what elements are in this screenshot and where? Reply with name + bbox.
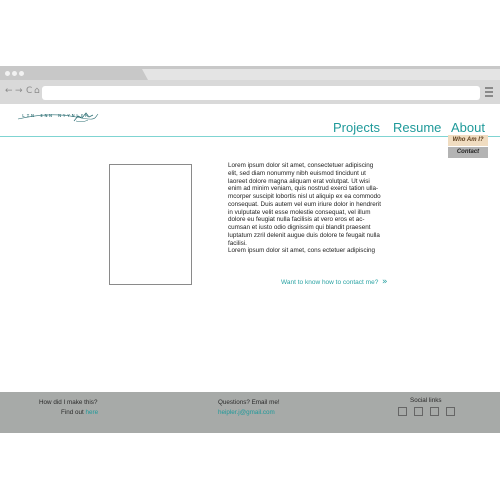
window-dot[interactable] [12,71,17,76]
social-icon[interactable] [398,407,407,416]
reload-icon[interactable]: C [26,84,32,98]
header-divider [0,136,500,137]
home-icon[interactable]: ⌂ [34,84,40,98]
back-icon[interactable]: ← [5,84,13,98]
nav-resume[interactable]: Resume [393,120,441,135]
address-bar[interactable] [42,86,480,100]
dropdown-who-am-i[interactable]: Who Am I? [448,135,488,146]
footer-email-link[interactable]: heipler.j@gmail.com [218,409,275,416]
social-icon[interactable] [430,407,439,416]
profile-photo-placeholder [109,164,192,285]
find-out-link[interactable]: here [86,409,99,416]
social-icon[interactable] [446,407,455,416]
nav-projects[interactable]: Projects [333,120,380,135]
double-chevron-right-icon[interactable]: » [382,277,388,287]
footer-social-label: Social links [410,397,442,404]
nav-about[interactable]: About [451,120,485,135]
logo-text: ʟɪɴ ɪɴɴ ɴʏʏɴʟɛʀ [22,113,90,119]
social-icon[interactable] [414,407,423,416]
contact-link[interactable]: Want to know how to contact me? [281,279,378,286]
browser-tab[interactable] [130,69,500,80]
window-dot[interactable] [5,71,10,76]
about-text: Lorem ipsum dolor sit amet, consectetuer… [228,162,381,255]
dropdown-contact[interactable]: Contact [448,147,488,158]
forward-icon[interactable]: → [15,84,23,98]
find-out-label: Find out [61,409,86,416]
window-dot[interactable] [19,71,24,76]
footer-how-made: How did I make this? [39,399,98,406]
footer-find-out: Find out here [61,409,98,416]
hamburger-menu-icon[interactable] [485,87,493,97]
footer-questions: Questions? Email me! [218,399,280,406]
